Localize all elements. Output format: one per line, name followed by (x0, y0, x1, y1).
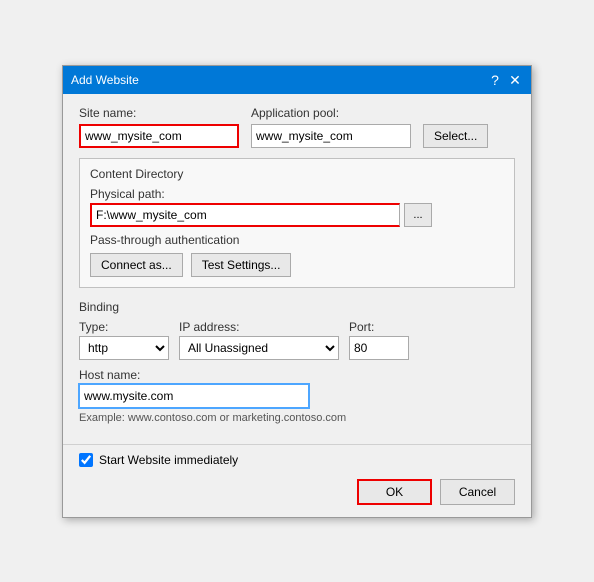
host-name-group: Host name: (79, 368, 515, 408)
physical-path-input[interactable] (90, 203, 400, 227)
close-button[interactable]: ✕ (507, 72, 523, 88)
port-label: Port: (349, 320, 409, 334)
type-label: Type: (79, 320, 169, 334)
host-name-label: Host name: (79, 368, 515, 382)
binding-section: Binding Type: http https IP address: All… (79, 300, 515, 424)
physical-path-label: Physical path: (90, 187, 504, 201)
example-text: Example: www.contoso.com or marketing.co… (79, 412, 515, 424)
app-pool-group: Application pool: (251, 106, 411, 148)
pass-through-label: Pass-through authentication (90, 233, 504, 247)
dialog-title: Add Website (71, 73, 139, 87)
binding-title: Binding (79, 300, 515, 314)
binding-controls-row: Type: http https IP address: All Unassig… (79, 320, 515, 360)
start-website-label: Start Website immediately (99, 453, 238, 467)
title-bar: Add Website ? ✕ (63, 66, 531, 94)
help-button[interactable]: ? (487, 72, 503, 88)
bottom-area: Start Website immediately OK Cancel (63, 444, 531, 517)
start-website-checkbox[interactable] (79, 453, 93, 467)
content-directory-title: Content Directory (90, 167, 504, 181)
add-website-dialog: Add Website ? ✕ Site name: Application p… (62, 65, 532, 518)
auth-button-row: Connect as... Test Settings... (90, 253, 504, 277)
physical-path-group: Physical path: ... (90, 187, 504, 227)
ip-label: IP address: (179, 320, 339, 334)
title-bar-buttons: ? ✕ (487, 72, 523, 88)
content-directory-section: Content Directory Physical path: ... Pas… (79, 158, 515, 288)
cancel-button[interactable]: Cancel (440, 479, 515, 505)
site-name-row: Site name: Application pool: Select... (79, 106, 515, 148)
select-app-pool-button[interactable]: Select... (423, 124, 488, 148)
start-website-row: Start Website immediately (79, 453, 515, 467)
app-pool-label: Application pool: (251, 106, 411, 120)
site-name-input[interactable] (79, 124, 239, 148)
test-settings-button[interactable]: Test Settings... (191, 253, 292, 277)
site-name-group: Site name: (79, 106, 239, 148)
connect-as-button[interactable]: Connect as... (90, 253, 183, 277)
type-group: Type: http https (79, 320, 169, 360)
physical-path-row: ... (90, 203, 504, 227)
host-name-input[interactable] (79, 384, 309, 408)
ip-group: IP address: All Unassigned 127.0.0.1 (179, 320, 339, 360)
port-input[interactable] (349, 336, 409, 360)
dialog-content: Site name: Application pool: Select... C… (63, 94, 531, 440)
ok-button[interactable]: OK (357, 479, 432, 505)
site-name-label: Site name: (79, 106, 239, 120)
port-group: Port: (349, 320, 409, 360)
type-select[interactable]: http https (79, 336, 169, 360)
ip-select[interactable]: All Unassigned 127.0.0.1 (179, 336, 339, 360)
app-pool-input[interactable] (251, 124, 411, 148)
browse-button[interactable]: ... (404, 203, 432, 227)
ok-cancel-row: OK Cancel (79, 479, 515, 505)
